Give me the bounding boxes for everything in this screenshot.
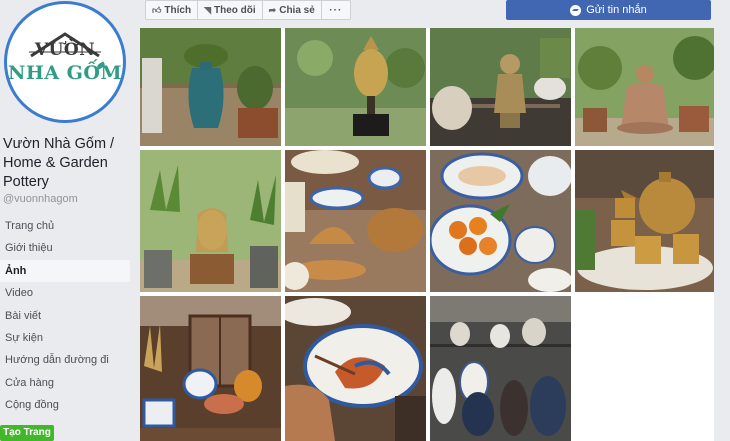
photo-tile[interactable]: [140, 296, 281, 441]
logo-text-top: VƯỜN: [34, 40, 96, 60]
like-label: Thích: [164, 4, 192, 16]
photo-tile[interactable]: [430, 28, 571, 146]
photo-pottery-shelf: [140, 296, 281, 441]
photo-tile[interactable]: [285, 150, 426, 292]
nav-item-photos[interactable]: Ảnh: [0, 259, 130, 283]
photo-tile[interactable]: [285, 28, 426, 146]
photo-grid: [140, 28, 714, 441]
nav-item-shop[interactable]: Cửa hàng: [0, 372, 130, 394]
like-button[interactable]: 👍︎ Thích: [145, 0, 199, 20]
page-title[interactable]: Vườn Nhà Gốm / Home & Garden Pottery: [3, 135, 133, 192]
nav-item-events[interactable]: Sự kiện: [0, 327, 130, 349]
nav-item-posts[interactable]: Bài viết: [0, 305, 130, 327]
main-content: 👍︎ Thích ◥ Theo dõi ➦ Chia sẻ ··· Gửi ti…: [135, 0, 730, 441]
share-arrow-icon: ➦: [268, 4, 277, 15]
photo-buddha-head-bronze: [285, 28, 426, 146]
photo-tile[interactable]: [430, 150, 571, 292]
follow-button[interactable]: ◥ Theo dõi: [197, 0, 263, 20]
photo-tile[interactable]: [575, 150, 714, 292]
photo-tea-set-amber: [575, 150, 714, 292]
nav-item-home[interactable]: Trang chủ: [0, 215, 130, 237]
nav-item-community[interactable]: Cộng đồng: [0, 394, 130, 416]
nav-item-videos[interactable]: Video: [0, 282, 130, 304]
more-button[interactable]: ···: [320, 0, 351, 20]
page-nav: Trang chủ Giới thiệu Ảnh Video Bài viết …: [0, 215, 130, 417]
photo-buddha-statue-garden: [575, 28, 714, 146]
page-avatar[interactable]: VƯỜN NHA GỐM: [4, 1, 126, 123]
photo-fruit-plates: [430, 150, 571, 292]
page-handle[interactable]: @vuonnhagom: [3, 193, 78, 205]
photo-monk-statue-table: [430, 28, 571, 146]
page-sidebar: VƯỜN NHA GỐM Vườn Nhà Gốm / Home & Garde…: [0, 0, 135, 441]
share-button[interactable]: ➦ Chia sẻ: [261, 0, 322, 20]
nav-item-about[interactable]: Giới thiệu: [0, 237, 130, 259]
photo-teapot-set-blue: [285, 150, 426, 292]
messenger-icon: [570, 4, 582, 16]
thumbs-up-icon: 👍︎: [152, 4, 162, 15]
photo-tile[interactable]: [140, 150, 281, 292]
photo-buddha-head-plants: [140, 150, 281, 292]
logo-text-bottom: NHA GỐM: [8, 62, 122, 84]
photo-tile[interactable]: [285, 296, 426, 441]
share-label: Chia sẻ: [279, 4, 315, 16]
photo-tile[interactable]: [140, 28, 281, 146]
photo-vase-collection: [430, 296, 571, 441]
nav-item-directions[interactable]: Hướng dẫn đường đi: [0, 349, 130, 371]
send-message-button[interactable]: Gửi tin nhắn: [506, 0, 711, 20]
photo-tile[interactable]: [430, 296, 571, 441]
create-page-button[interactable]: Tạo Trang: [0, 425, 54, 441]
follow-label: Theo dõi: [214, 4, 256, 16]
photo-tile[interactable]: [575, 28, 714, 146]
send-message-label: Gửi tin nhắn: [586, 4, 647, 16]
photo-hand-painting-plate: [285, 296, 426, 441]
page-action-bar: 👍︎ Thích ◥ Theo dõi ➦ Chia sẻ ···: [145, 0, 351, 20]
photo-garden-vase: [140, 28, 281, 146]
rss-icon: ◥: [204, 4, 211, 15]
